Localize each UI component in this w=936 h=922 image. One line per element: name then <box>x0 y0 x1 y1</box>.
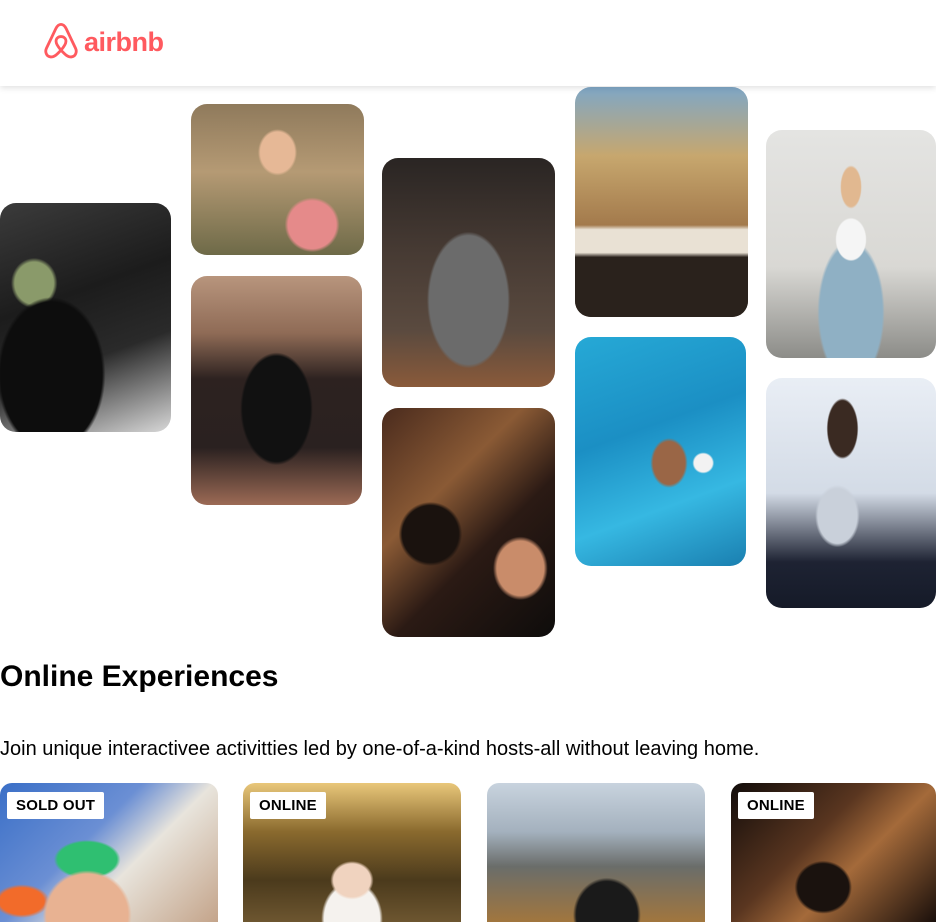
hero-photo-singer <box>766 378 936 608</box>
hero-photo-keyboard <box>575 87 748 317</box>
card-badge: ONLINE <box>250 792 326 819</box>
experience-card-triathlete[interactable]: SOLD OUT <box>0 783 218 922</box>
hero-photo-bowl <box>382 158 555 387</box>
airbnb-logo-icon <box>44 22 78 59</box>
section-title: Online Experiences <box>0 660 279 693</box>
airbnb-logo[interactable]: airbnb <box>42 22 164 62</box>
hero-photo-yoga <box>766 130 936 358</box>
section-subtitle: Join unique interactivee activitties led… <box>0 738 760 760</box>
hero-photo-guitar <box>382 408 555 637</box>
card-badge: ONLINE <box>738 792 814 819</box>
logo-text: airbnb <box>84 26 164 57</box>
experience-card-bike[interactable] <box>487 783 705 922</box>
hero-photo-woman-macarons <box>191 104 364 255</box>
hero-photo-cooking <box>0 203 171 432</box>
card-badge: SOLD OUT <box>7 792 105 819</box>
experience-card-guitar[interactable]: ONLINE <box>731 783 936 922</box>
hero-photo-dancer <box>191 276 362 505</box>
experience-card-bride[interactable]: ONLINE <box>243 783 461 922</box>
navbar: airbnb <box>0 0 936 86</box>
hero-photo-swimmer <box>575 337 746 566</box>
